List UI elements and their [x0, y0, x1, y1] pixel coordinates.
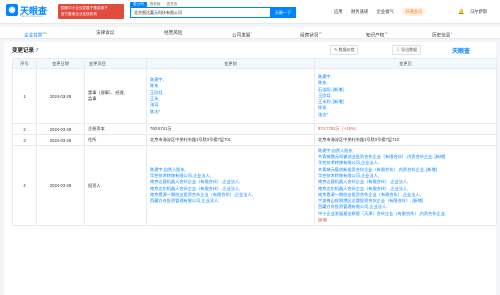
brand-watermark: 天眼查 [452, 49, 471, 55]
change-record-panel: 变更记录 7 ✎ 数据纠错 ⇩ 导出数据 天眼查 序号 变更日期 变更项目 变更… [4, 42, 497, 295]
tab-count: 1 [250, 31, 253, 35]
col-item: 变更项目 [84, 58, 147, 69]
row-index: 3 [12, 134, 37, 146]
tab-label: 知识产权 [366, 32, 385, 38]
bell-icon[interactable]: 🔔 [458, 8, 464, 16]
row-date: 2024-03-28 [36, 123, 85, 135]
search-input[interactable]: 北京图达嘉元科技有限公司 [130, 7, 270, 18]
new-badge: [新增] [318, 217, 328, 222]
row-item: 住所 [84, 134, 147, 146]
top-nav: 应用 财务速递 企业福气 开通会员 [334, 8, 432, 16]
tab-count: 15 [318, 31, 322, 35]
row-item: 董事（理事）、经理、 监事 [84, 68, 147, 124]
person-link[interactable]: 陈志* [150, 109, 311, 115]
row-item: 投资人 [84, 145, 147, 226]
promo-line-2: 官方备案企业征信机构 [61, 12, 97, 16]
tab-label: 经营风险 [164, 30, 183, 35]
row-after: 874.7752万（+15%） [314, 123, 497, 135]
tab-label: 公司发展 [232, 32, 251, 38]
tab-background[interactable]: 企业背景99+ [24, 27, 48, 43]
tab-label: 历史信息 [432, 32, 451, 38]
top-bar: ◉ 天眼查 TianYanCha.com 国家中小企业发展子基金旗下 官方备案企… [0, 0, 500, 24]
tab-history[interactable]: 历史信息1 [432, 27, 452, 42]
row-after: 陈建宇,自然人股东, 共青城鼎元同誉创业投资合伙企业（有限合伙）,内资合伙企业,… [314, 145, 497, 226]
row-index: 2 [12, 123, 37, 135]
promo-banner[interactable]: 国家中小企业发展子基金旗下 官方备案企业征信机构 [58, 4, 124, 19]
export-button[interactable]: ⇩ 导出数据 [392, 45, 422, 55]
change-table: 序号 变更日期 变更项目 变更前 变更后 1 2024-03-28 董事（理事）… [12, 58, 497, 226]
row-index: 1 [12, 68, 37, 124]
tab-ip[interactable]: 知识产权10 [366, 27, 388, 42]
row-date: 2024-03-28 [36, 68, 85, 124]
table-header-row: 序号 变更日期 变更项目 变更前 变更后 [12, 58, 497, 69]
table-row: 1 2024-03-28 董事（理事）、经理、 监事 陈建宇, 陈东, 王欣月, … [12, 68, 497, 124]
row-date: 2024-03-28 [36, 134, 85, 146]
row-before: 760.6741万 [146, 123, 315, 135]
col-date: 变更日期 [36, 58, 85, 69]
logo-subtext: TianYanCha.com [20, 14, 43, 18]
section-count: 7 [35, 48, 39, 54]
row-date: 2024-03-28 [36, 145, 85, 226]
logo[interactable]: ◉ 天眼查 TianYanCha.com [6, 4, 50, 20]
tab-operations[interactable]: 经营状况15 [300, 27, 322, 42]
person-link[interactable]: 张志* [318, 112, 493, 118]
tab-label: 经营状况 [300, 32, 319, 38]
tab-label: 企业背景 [24, 32, 43, 38]
row-index: 4 [12, 145, 37, 226]
nav-apps[interactable]: 应用 [334, 8, 343, 16]
table-row: 3 2024-03-28 住所 北京市海淀区中关村东路1号院3号楼7层701 北… [12, 134, 497, 146]
row-before: 陈建宇, 陈东, 王欣月, 王永, 张培, 陈志* [146, 68, 315, 124]
tab-litigation[interactable]: 法律诉讼 [96, 27, 114, 39]
tab-count: 10 [384, 31, 388, 35]
report-error-button[interactable]: ✎ 数据纠错 [330, 45, 359, 55]
section-title-text: 变更记录 [12, 48, 35, 54]
tab-risk[interactable]: 经营风险 [164, 27, 182, 39]
section-title: 变更记录 7 [12, 46, 39, 54]
row-before: 陈建宇,自然人股东, 华控技术转移有限公司,企业法人, 南京达宸机器人合伙企业（… [146, 145, 315, 226]
export-label: 导出数据 [401, 47, 418, 52]
col-index: 序号 [12, 58, 37, 69]
search-button[interactable]: 天眼一下 [270, 7, 296, 18]
row-after: 陈建宇, 陈东, 石浩阳, [新增] 王欣月, 王永利, [新增] 徐玫, 张志… [314, 68, 497, 124]
search-type-tabs: 查公司 查老板 查关系 [130, 1, 180, 7]
user-name[interactable]: 马尔萨斯 [470, 8, 487, 16]
tab-count: 1 [450, 31, 453, 35]
tab-count: 99+ [42, 31, 48, 35]
table-row: 4 2024-03-28 投资人 陈建宇,自然人股东, 华控技术转移有限公司,企… [12, 145, 497, 226]
nav-enterprise[interactable]: 企业福气 [377, 8, 394, 16]
investor-link[interactable]: 西藏方舟投资管理有限公司,企业法人, [150, 198, 311, 204]
tab-label: 法律诉讼 [96, 30, 115, 35]
table-row: 2 2024-03-28 注册资本 760.6741万 874.7752万（+1… [12, 123, 497, 135]
logo-eye-icon: ◉ [6, 4, 18, 16]
item-line: 监事 [88, 96, 97, 101]
nav-vip[interactable]: 开通会员 [402, 8, 426, 16]
col-before: 变更前 [146, 58, 315, 69]
col-after: 变更后 [314, 58, 497, 69]
nav-finance[interactable]: 财务速递 [351, 8, 368, 16]
module-tabs: 企业背景99+ 法律诉讼 经营风险 公司发展1 经营状况15 知识产权10 历史… [0, 27, 500, 43]
row-after: 北京市海淀区中关村东路1号院3号楼7层710 [314, 134, 497, 146]
row-item: 注册资本 [84, 123, 147, 135]
tab-development[interactable]: 公司发展1 [232, 27, 252, 42]
report-error-label: 数据纠错 [338, 47, 355, 52]
row-before: 北京市海淀区中关村东路1号院3号楼7层701 [146, 134, 315, 146]
